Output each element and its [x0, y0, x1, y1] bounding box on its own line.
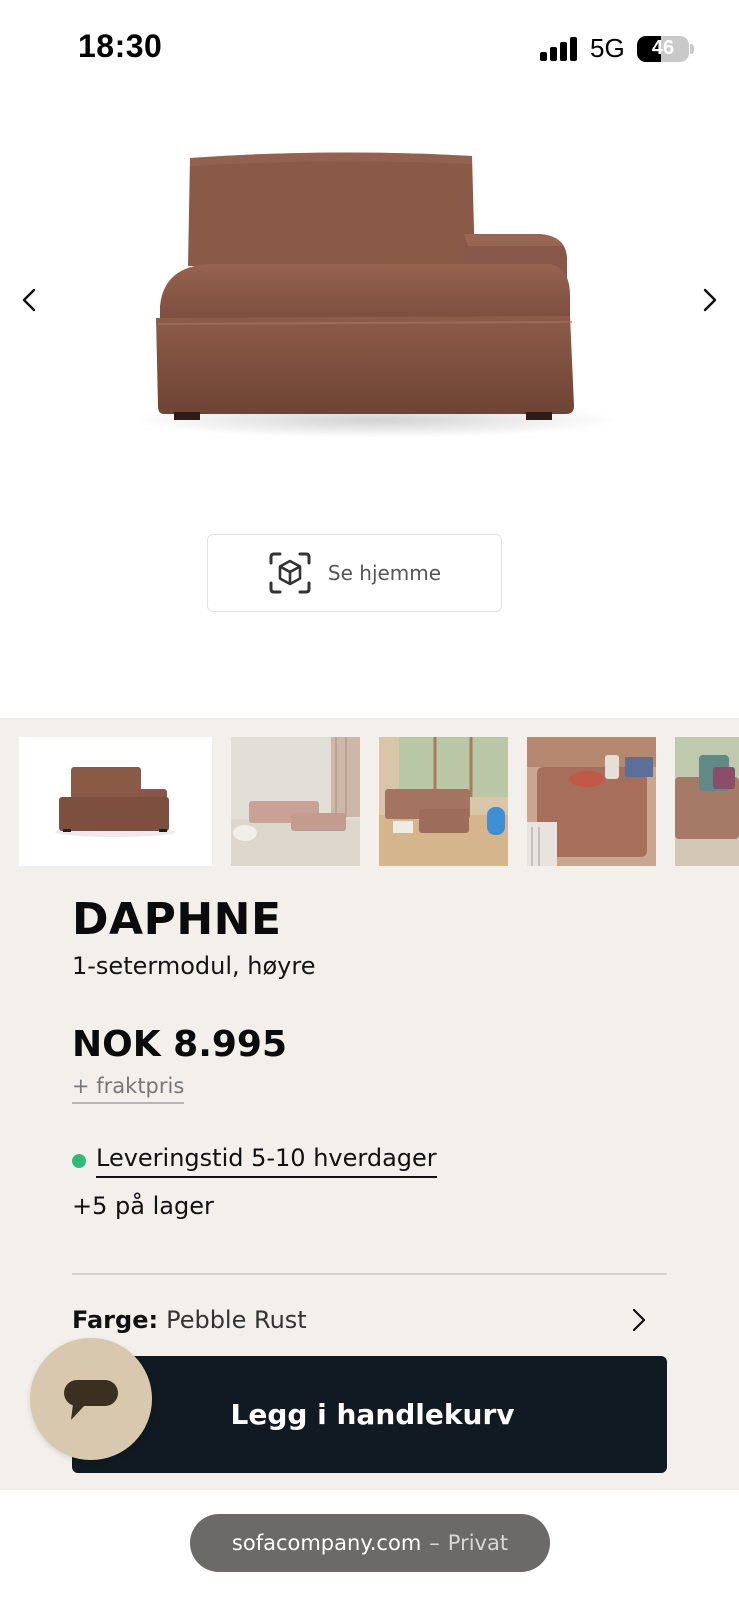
- thumbnail-room-concrete[interactable]: [231, 737, 360, 866]
- thumbnail-ottoman-closeup[interactable]: [527, 737, 656, 866]
- product-variant: 1-setermodul, høyre: [72, 952, 316, 980]
- network-label: 5G: [590, 33, 625, 63]
- delivery-info: Leveringstid 5-10 hverdager: [72, 1144, 437, 1178]
- ar-cube-icon: [269, 552, 311, 594]
- add-to-cart-label: Legg i handlekurv: [230, 1398, 515, 1431]
- signal-icon: [540, 37, 578, 61]
- chevron-right-icon[interactable]: [695, 280, 725, 320]
- chevron-left-icon[interactable]: [14, 280, 44, 320]
- status-bar: 18:30 5G 46: [0, 0, 739, 100]
- delivery-time-link[interactable]: Leveringstid 5-10 hverdager: [96, 1144, 437, 1178]
- see-at-home-button[interactable]: Se hjemme: [207, 534, 502, 612]
- battery-icon: 46: [637, 36, 689, 62]
- color-selector[interactable]: Farge: Pebble Rust: [72, 1300, 667, 1340]
- color-value: Pebble Rust: [166, 1306, 307, 1334]
- browser-url-bar[interactable]: sofacompany.com – Privat: [190, 1514, 550, 1572]
- chat-bubble-icon: [64, 1380, 118, 1420]
- battery-tip: [690, 44, 694, 54]
- thumbnail-room-partial[interactable]: [675, 737, 739, 866]
- chat-button[interactable]: [30, 1338, 152, 1460]
- stock-count: +5 på lager: [72, 1192, 214, 1220]
- battery-percent: 46: [651, 37, 675, 59]
- product-image: [130, 152, 620, 438]
- see-at-home-label: Se hjemme: [327, 561, 442, 585]
- chevron-right-icon: [632, 1308, 646, 1332]
- divider: [72, 1273, 667, 1275]
- freight-price-link[interactable]: + fraktpris: [72, 1074, 185, 1104]
- add-to-cart-button[interactable]: Legg i handlekurv: [72, 1356, 667, 1473]
- product-price: NOK 8.995: [72, 1024, 288, 1065]
- color-label: Farge:: [72, 1306, 159, 1334]
- url-host: sofacompany.com: [231, 1531, 422, 1555]
- thumbnail-room-window[interactable]: [379, 737, 508, 866]
- url-separator: –: [429, 1531, 440, 1555]
- stock-status-dot: [72, 1154, 86, 1168]
- status-time: 18:30: [78, 28, 163, 64]
- thumbnail-product-white[interactable]: [19, 737, 212, 866]
- product-hero: Se hjemme: [0, 100, 739, 718]
- browsing-mode: Privat: [447, 1531, 509, 1555]
- thumbnail-strip[interactable]: [19, 737, 739, 867]
- product-name: DAPHNE: [72, 894, 282, 945]
